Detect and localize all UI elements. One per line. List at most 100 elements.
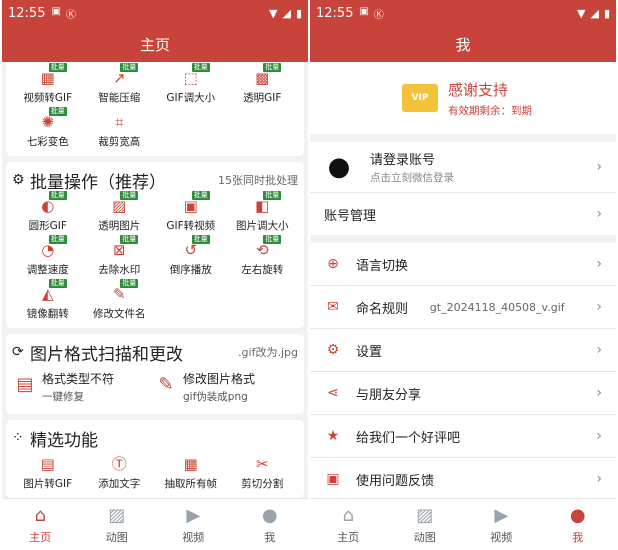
k-notification-icon: Ⓚ [65, 9, 76, 21]
image-notification-icon: ▣ [51, 5, 61, 17]
gif-image-icon: ▨ [108, 504, 126, 526]
batch-badge: 批量 [263, 235, 282, 244]
reverse-icon: ↺ 批量 [184, 235, 210, 259]
gif-video-icon: ▣ 批量 [183, 191, 210, 215]
login-row[interactable]: ● 请登录账号 点击立刻微信登录 › [310, 142, 616, 192]
tool-label: 圆形GIF [28, 220, 67, 232]
tool-rename[interactable]: ✎ 批量 修改文件名 [84, 279, 156, 324]
k-notification-icon: Ⓚ [373, 9, 384, 21]
tool-scissors[interactable]: ✂ 剪切分割 [227, 452, 299, 494]
signal-icon: ◢ [590, 6, 599, 20]
tab-person[interactable]: ● 我 [232, 499, 309, 550]
circle-icon: ◐ 批量 [41, 191, 67, 215]
watermark-icon: ⊠ 批量 [112, 235, 139, 259]
wifi-icon: ▼ [577, 6, 586, 20]
tab-gif-image[interactable]: ▨ 动图 [79, 499, 156, 550]
tool-label: 左右旋转 [241, 264, 284, 276]
page-title: 我 [310, 26, 616, 62]
tool-reverse[interactable]: ↺ 批量 倒序播放 [155, 235, 227, 280]
tab-home[interactable]: ⌂ 主页 [310, 499, 387, 550]
tool-label: 添加文字 [98, 478, 141, 490]
status-time: 12:55 [8, 5, 46, 21]
tool-label: 透明GIF [243, 92, 282, 104]
tool-label: 智能压缩 [98, 92, 141, 104]
tool-transparent-image[interactable]: ▨ 批量 透明图片 [84, 191, 156, 236]
tool-label: GIF转视频 [166, 220, 216, 232]
featured-title: 精选功能 [30, 430, 98, 451]
settings-row-star[interactable]: ★ 给我们一个好评吧 › [310, 415, 616, 457]
tool-resize[interactable]: ⬚ 批量 GIF调大小 [155, 63, 227, 108]
tab-bar: ⌂ 主页 ▨ 动图 ▶ 视频 ● 我 [2, 498, 308, 550]
tab-label: 主页 [337, 530, 360, 544]
tab-person[interactable]: ● 我 [540, 499, 617, 550]
edit-format-icon: ✎ [158, 374, 174, 395]
video-gif-icon: ▦ 批量 [40, 63, 67, 87]
tool-watermark[interactable]: ⊠ 批量 去除水印 [84, 235, 156, 280]
batch-badge: 批量 [120, 63, 139, 72]
person-icon: ● [261, 504, 278, 526]
batch-badge: 批量 [48, 235, 67, 244]
tool-rotate[interactable]: ⟲ 批量 左右旋转 [227, 235, 299, 280]
format-fix-sub: 一键修复 [42, 391, 84, 403]
tool-image-resize[interactable]: ◧ 批量 图片调大小 [227, 191, 299, 236]
login-title: 请登录账号 [370, 153, 436, 168]
home-scroll[interactable]: ▦ 批量 视频转GIF ↗ 批量 智能压缩 ⬚ 批量 GIF调大小 ▩ 批量 透明GIF ✺ 批量 七彩变色… [2, 62, 308, 498]
status-time: 12:55 [316, 5, 354, 21]
batch-badge: 批量 [191, 235, 210, 244]
chevron-right-icon: › [596, 206, 602, 222]
edit-format-button[interactable]: ✎ 修改图片格式 gif伪装成png [155, 370, 296, 404]
chevron-right-icon: › [596, 342, 602, 358]
chevron-right-icon: › [596, 256, 602, 272]
tab-label: 视频 [490, 530, 513, 544]
tool-gif-video[interactable]: ▣ 批量 GIF转视频 [155, 191, 227, 236]
tool-circle[interactable]: ◐ 批量圆形GIF [12, 191, 84, 236]
tool-video-gif[interactable]: ▦ 批量 视频转GIF [12, 63, 84, 108]
tab-video[interactable]: ▶ 视频 [155, 499, 232, 550]
chevron-right-icon: › [596, 471, 602, 487]
batch-badge: 批量 [191, 191, 210, 200]
page-title: 主页 [2, 26, 308, 62]
top-tools-card: ▦ 批量 视频转GIF ↗ 批量 智能压缩 ⬚ 批量 GIF调大小 ▩ 批量 透明GIF ✺ 批量 七彩变色… [6, 62, 304, 156]
batch-badge: 批量 [48, 279, 67, 288]
batch-badge: 批量 [48, 63, 67, 72]
settings-row-feedback[interactable]: ▣ 使用问题反馈 › [310, 458, 616, 500]
dots-grid-icon: ⁘ [12, 430, 24, 446]
share-icon: ⋖ [327, 385, 339, 401]
login-subtitle: 点击立刻微信登录 [370, 172, 454, 184]
settings-row-globe[interactable]: ⊕ 语言切换 › [310, 243, 616, 285]
batch-card: ⚙ 批量操作（推荐） 15张同时批处理 ◐ 批量 圆形GIF ▨ 批量 透明图片 ▣ 批量 GI… [6, 162, 304, 328]
tab-home[interactable]: ⌂ 主页 [2, 499, 79, 550]
settings-label: 设置 [356, 344, 383, 360]
settings-label: 给我们一个好评吧 [356, 430, 461, 446]
tool-speed[interactable]: ◔ 批量 调整速度 [12, 235, 84, 280]
settings-row-share[interactable]: ⋖ 与朋友分享 › [310, 372, 616, 414]
batch-badge: 批量 [48, 191, 67, 200]
tool-text[interactable]: Ⓣ 添加文字 [84, 452, 156, 494]
settings-value: gt_2024118_40508_v.gif [429, 300, 565, 314]
crop-icon: ⌗ [115, 113, 124, 131]
settings-row-settings[interactable]: ⚙ 设置 › [310, 329, 616, 371]
format-fix-button[interactable]: ▤ 格式类型不符 一键修复 [14, 370, 155, 404]
tool-label: 七彩变色 [26, 136, 69, 148]
tool-crop[interactable]: ⌗ 裁剪宽高 [84, 110, 156, 152]
batch-badge: 批量 [191, 63, 210, 72]
format-title: 图片格式扫描和更改 [30, 344, 183, 365]
vip-banner[interactable]: VIP 感谢支持 有效期剩余：到期 [310, 62, 616, 134]
account-management-row[interactable]: 账号管理 › [310, 193, 616, 235]
gears-icon: ⚙ [12, 172, 25, 188]
tool-frames[interactable]: ▦ 抽取所有帧 [155, 452, 227, 494]
vip-icon: VIP [402, 84, 438, 112]
tool-transparent[interactable]: ▩ 批量 透明GIF [227, 63, 299, 108]
tab-gif-image[interactable]: ▨ 动图 [387, 499, 464, 550]
tool-images-gif[interactable]: ▤ 图片转GIF [12, 452, 84, 494]
tool-compress[interactable]: ↗ 批量 智能压缩 [84, 63, 156, 108]
tool-mirror[interactable]: ◭ 批量 镜像翻转 [12, 279, 84, 324]
divider [310, 134, 616, 142]
tool-color-wheel[interactable]: ✺ 批量 七彩变色 [12, 107, 84, 152]
refresh-icon: ⟳ [12, 344, 24, 360]
tab-video[interactable]: ▶ 视频 [463, 499, 540, 550]
globe-icon: ⊕ [327, 256, 339, 272]
tool-label: 调整速度 [26, 264, 69, 276]
settings-row-naming[interactable]: ✉ 命名规则 gt_2024118_40508_v.gif › [310, 286, 616, 328]
format-subtitle: .gif改为.jpg [238, 346, 298, 359]
